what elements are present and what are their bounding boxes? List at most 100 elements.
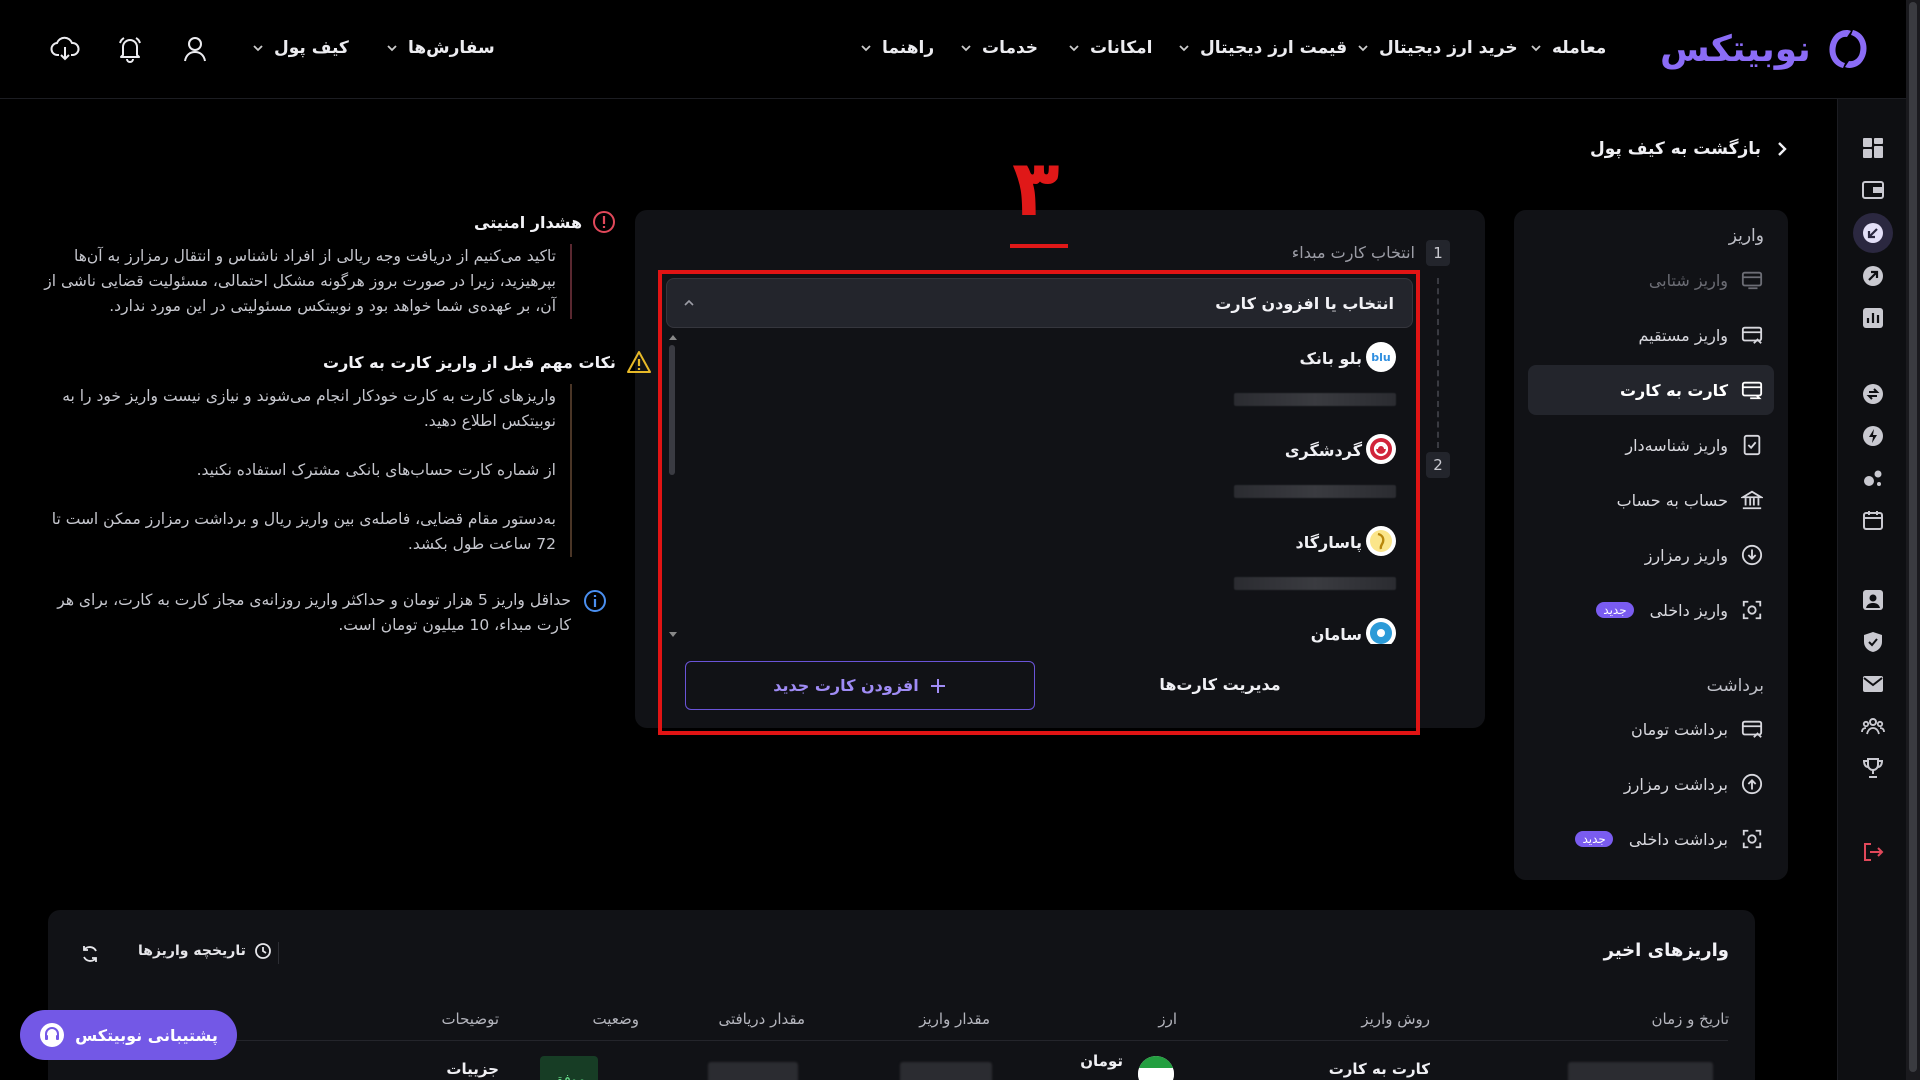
support-label: پشتیبانی نوبیتکس — [75, 1025, 218, 1045]
sidebar-item-crypto-deposit[interactable]: واریز رمزارز — [1528, 530, 1774, 580]
mail-icon[interactable] — [1860, 671, 1886, 697]
bank-icon — [1740, 488, 1764, 512]
brand-mark-icon — [1823, 24, 1873, 74]
referral-users-icon[interactable] — [1860, 713, 1886, 739]
row-details-link[interactable]: جزییات — [446, 1060, 499, 1078]
toman-withdraw-icon — [1740, 717, 1764, 741]
nav-buy-crypto[interactable]: خرید ارز دیجیتال — [1357, 36, 1518, 60]
chevron-down-icon — [1530, 42, 1542, 54]
trophy-icon[interactable] — [1860, 755, 1886, 781]
logout-icon[interactable] — [1860, 839, 1886, 865]
chevron-down-icon — [1068, 42, 1080, 54]
convert-icon[interactable] — [1860, 381, 1886, 407]
download-app-icon[interactable] — [50, 34, 80, 64]
nav-crypto-price[interactable]: قیمت ارز دیجیتال — [1178, 36, 1347, 60]
column-header-received: مقدار دریافتی — [718, 1010, 805, 1028]
step-1-number: 1 — [1426, 240, 1450, 266]
withdraw-icon[interactable] — [1860, 263, 1886, 289]
nav-wallet[interactable]: کیف پول — [252, 36, 349, 60]
sidebar-item-label: برداشت تومان — [1631, 719, 1728, 739]
chevron-down-icon — [1178, 42, 1190, 54]
sidebar-item-label: برداشت رمزارز — [1623, 774, 1728, 794]
sidebar-item-label: واریز مستقیم — [1638, 325, 1728, 345]
tip-item: از شماره کارت حساب‌های بانکی مشترک استفا… — [196, 461, 556, 479]
info-circle-icon — [583, 589, 607, 638]
new-badge: جدید — [1575, 831, 1613, 847]
user-icon[interactable] — [180, 34, 210, 64]
nav-services[interactable]: خدمات — [960, 36, 1038, 60]
bell-icon[interactable] — [115, 34, 145, 64]
back-to-wallet-link[interactable]: بازگشت به کیف پول — [1590, 136, 1789, 162]
sidebar-item-toman-withdraw[interactable]: برداشت تومان — [1528, 704, 1774, 754]
nav-crypto-price-label: قیمت ارز دیجیتال — [1200, 38, 1348, 58]
card-transfer-icon — [1740, 378, 1764, 402]
security-warning-title: هشدار امنیتی — [474, 210, 616, 234]
tip-item: واریزهای کارت به کارت خودکار انجام می‌شو… — [62, 387, 556, 430]
staking-icon[interactable] — [1860, 465, 1886, 491]
step-1-label: انتخاب کارت مبداء — [1291, 243, 1415, 262]
tips-title: نکات مهم قبل از واریز کارت به کارت — [323, 350, 652, 374]
column-header-datetime: تاریخ و زمان — [1651, 1010, 1730, 1028]
nav-services-label: خدمات — [982, 38, 1039, 58]
sidebar-item-instant-deposit[interactable]: واریز شتابی — [1528, 255, 1774, 305]
alert-circle-icon — [592, 210, 616, 234]
nav-orders[interactable]: سفارش‌ها — [386, 36, 495, 60]
lightning-icon[interactable] — [1860, 423, 1886, 449]
nav-help-label: راهنما — [882, 38, 935, 58]
toolbar-divider — [278, 942, 279, 964]
card-direct-icon — [1740, 323, 1764, 347]
sidebar-item-label: کارت به کارت — [1619, 380, 1728, 400]
support-button[interactable]: پشتیبانی نوبیتکس — [20, 1010, 237, 1060]
nav-help[interactable]: راهنما — [860, 36, 934, 60]
warning-triangle-icon — [626, 350, 652, 374]
sidebar-item-label: حساب به حساب — [1616, 490, 1728, 510]
column-header-currency: ارز — [1158, 1010, 1177, 1028]
page-scrollbar[interactable] — [1906, 0, 1920, 1080]
page-scrollbar-thumb[interactable] — [1909, 2, 1917, 1072]
nav-wallet-label: کیف پول — [274, 38, 349, 58]
annotation-highlight-box — [658, 270, 1420, 735]
brand-logo-text: نوبیتکس — [1660, 28, 1811, 70]
deposit-withdraw-panel: واریز واریز شتابی واریز مستقیم کارت به ک… — [1514, 210, 1788, 880]
deposit-icon[interactable] — [1853, 213, 1893, 253]
annotation-underline — [1010, 244, 1068, 248]
sidebar-item-crypto-withdraw[interactable]: برداشت رمزارز — [1528, 759, 1774, 809]
iran-flag-icon — [1138, 1056, 1174, 1080]
crypto-deposit-icon — [1740, 543, 1764, 567]
profile-icon[interactable] — [1860, 587, 1886, 613]
report-chart-icon[interactable] — [1860, 305, 1886, 331]
sidebar-item-label: واریز شناسه‌دار — [1625, 435, 1728, 455]
nav-trade[interactable]: معامله — [1530, 36, 1606, 60]
dashboard-icon[interactable] — [1860, 135, 1886, 161]
security-warning-text: تاکید می‌کنیم از دریافت وجه ریالی از افر… — [40, 244, 572, 319]
deposit-section-title: واریز — [1728, 226, 1764, 246]
masked-datetime — [1568, 1062, 1713, 1080]
card-fast-icon — [1740, 268, 1764, 292]
column-header-method: روش واریز — [1361, 1010, 1430, 1028]
sidebar-item-label: برداشت داخلی — [1628, 829, 1728, 849]
step-2-number: 2 — [1426, 452, 1450, 478]
column-header-status: وضعیت — [592, 1010, 639, 1028]
deposit-history-label: تاریخچه واریزها — [138, 943, 246, 959]
sidebar-item-label: واریز داخلی — [1649, 600, 1728, 620]
new-badge: جدید — [1596, 602, 1634, 618]
sidebar-item-direct-deposit[interactable]: واریز مستقیم — [1528, 310, 1774, 360]
sidebar-item-internal-deposit[interactable]: واریز داخلی جدید — [1528, 585, 1774, 635]
deposit-history-link[interactable]: تاریخچه واریزها — [138, 942, 272, 960]
wallet-icon[interactable] — [1860, 177, 1886, 203]
masked-received — [708, 1062, 798, 1080]
chevron-down-icon — [860, 42, 872, 54]
row-method: کارت به کارت — [1328, 1060, 1430, 1078]
chevron-down-icon — [252, 42, 264, 54]
sidebar-item-id-deposit[interactable]: واریز شناسه‌دار — [1528, 420, 1774, 470]
annotation-number-3: ۳ — [1012, 144, 1060, 234]
sidebar-item-card-to-card[interactable]: کارت به کارت — [1528, 365, 1774, 415]
security-shield-icon[interactable] — [1860, 629, 1886, 655]
refresh-icon[interactable] — [80, 944, 100, 964]
limit-info-text: حداقل واریز 5 هزار تومان و حداکثر واریز … — [57, 591, 571, 634]
nav-features[interactable]: امکانات — [1068, 36, 1152, 60]
sidebar-item-internal-withdraw[interactable]: برداشت داخلی جدید — [1528, 814, 1774, 864]
calendar-icon[interactable] — [1860, 507, 1886, 533]
brand-logo[interactable]: نوبیتکس — [1660, 24, 1873, 74]
sidebar-item-account-to-account[interactable]: حساب به حساب — [1528, 475, 1774, 525]
